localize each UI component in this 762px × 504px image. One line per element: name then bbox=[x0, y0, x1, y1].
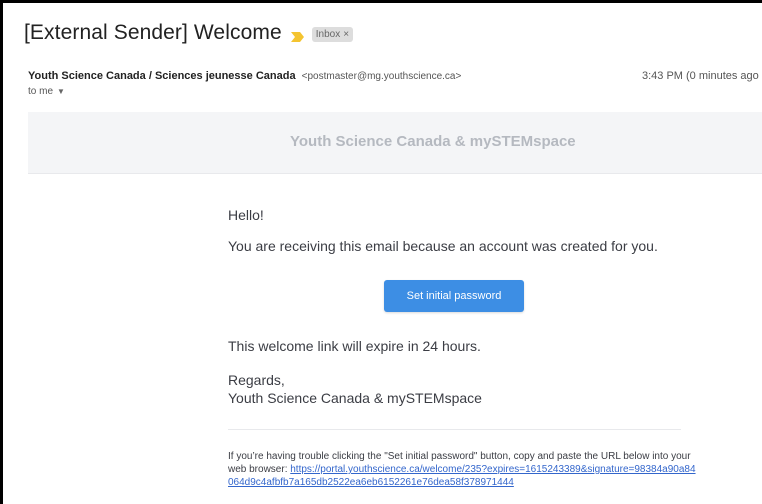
email-brand-header: Youth Science Canada & mySTEMspace bbox=[28, 112, 762, 174]
subject-row: [External Sender] Welcome Inbox × bbox=[24, 21, 354, 45]
sender-name[interactable]: Youth Science Canada / Sciences jeunesse… bbox=[28, 70, 296, 82]
greeting-text: Hello! bbox=[228, 207, 264, 223]
set-initial-password-button[interactable]: Set initial password bbox=[384, 280, 524, 312]
chevron-down-icon[interactable]: ▼ bbox=[57, 87, 65, 96]
intro-text: You are receiving this email because an … bbox=[228, 238, 658, 254]
importance-marker-icon[interactable] bbox=[290, 29, 304, 42]
footer-divider bbox=[228, 429, 681, 430]
signature-name: Youth Science Canada & mySTEMspace bbox=[228, 390, 482, 406]
email-subject: [External Sender] Welcome bbox=[24, 21, 282, 44]
inbox-label-chip[interactable]: Inbox × bbox=[311, 26, 354, 42]
recipient-label: to me bbox=[28, 86, 54, 97]
welcome-link[interactable]: https://portal.youthscience.ca/welcome/2… bbox=[228, 464, 696, 488]
recipient-row[interactable]: to me ▼ bbox=[28, 86, 65, 97]
expiry-notice: This welcome link will expire in 24 hour… bbox=[228, 338, 481, 354]
inbox-label-text: Inbox bbox=[315, 28, 341, 40]
remove-label-icon[interactable]: × bbox=[343, 28, 349, 41]
sender-row: Youth Science Canada / Sciences jeunesse… bbox=[28, 70, 461, 82]
regards-text: Regards, bbox=[228, 372, 285, 388]
email-view: [External Sender] Welcome Inbox × Youth … bbox=[0, 0, 762, 504]
brand-title: Youth Science Canada & mySTEMspace bbox=[290, 133, 576, 150]
trouble-paragraph: If you’re having trouble clicking the "S… bbox=[228, 450, 698, 489]
sender-email: <postmaster@mg.youthscience.ca> bbox=[301, 71, 462, 82]
email-timestamp: 3:43 PM (0 minutes ago bbox=[642, 70, 759, 82]
